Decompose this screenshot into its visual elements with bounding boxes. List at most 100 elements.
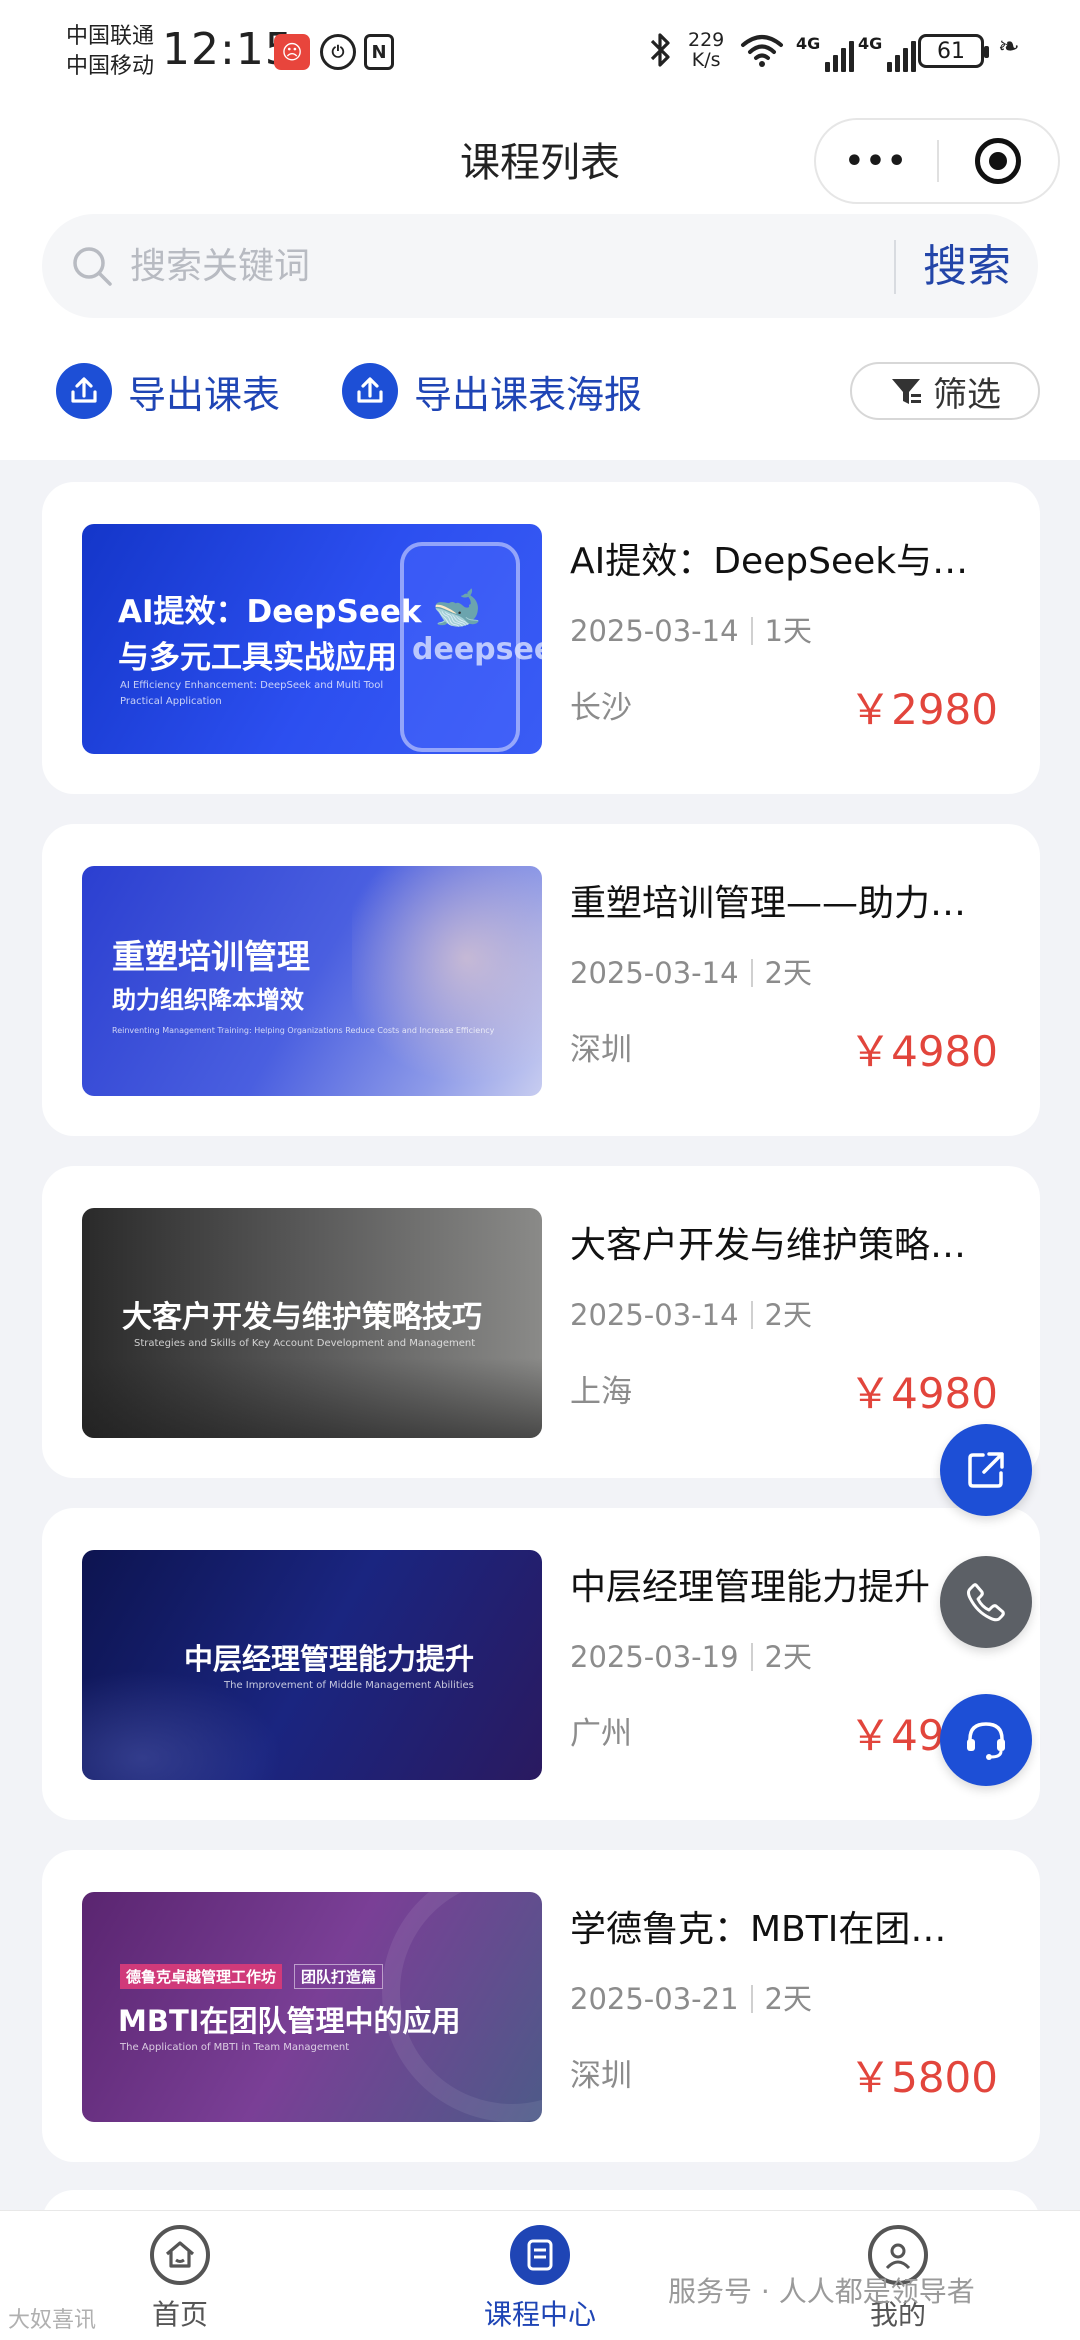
course-city: 长沙 — [570, 690, 632, 726]
course-thumbnail: 🐋 deepseek AI提效：DeepSeek 与多元工具实战应用 AI Ef… — [82, 524, 542, 754]
eco-leaf-icon: ❧ — [998, 32, 1020, 62]
course-card[interactable]: 重塑培训管理 助力组织降本增效 Reinventing Management T… — [42, 824, 1040, 1136]
upload-icon — [342, 363, 398, 419]
course-date: 2025-03-19 — [570, 1640, 739, 1674]
thumb-title-line1: MBTI在团队管理中的应用 — [118, 2004, 461, 2038]
course-card[interactable]: 大客户开发与维护策略技巧 Strategies and Skills of Ke… — [42, 1166, 1040, 1478]
signal-strength-2-icon: 4G — [858, 34, 917, 72]
search-icon — [73, 247, 112, 286]
signal-strength-1-icon: 4G — [796, 34, 855, 72]
upload-icon — [56, 363, 112, 419]
thumb-title-line1: 中层经理管理能力提升 — [184, 1642, 475, 1676]
tab-home[interactable]: 首页 — [80, 2225, 280, 2340]
net-speed-unit: K/s — [691, 49, 721, 71]
course-price: ￥4980 — [849, 1027, 998, 1076]
target-icon — [975, 138, 1022, 184]
tab-course-label: 课程中心 — [483, 2298, 596, 2331]
thumb-tag-1: 德鲁克卓越管理工作坊 — [120, 1964, 283, 1989]
notification-app-icon: ☹ — [274, 34, 310, 70]
share-icon — [968, 1452, 1004, 1488]
nfc-icon: N — [364, 34, 394, 70]
course-card[interactable]: 🐋 deepseek AI提效：DeepSeek 与多元工具实战应用 AI Ef… — [42, 482, 1040, 794]
thumb-title-line1: 重塑培训管理 — [112, 937, 310, 976]
more-options-button[interactable]: ••• — [816, 144, 937, 179]
course-meta: 2025-03-14 1天 — [570, 608, 812, 650]
deepseek-whale-icon: 🐋 — [432, 585, 482, 631]
status-bar: 中国联通 中国移动 12:15 ☹ ⏻ N 229 K/s 4G 4G 61 ❧ — [0, 0, 1080, 100]
course-date: 2025-03-21 — [570, 1982, 739, 2016]
course-meta: 2025-03-19 2天 — [570, 1634, 812, 1676]
thumb-subtitle-line1: The Application of MBTI in Team Manageme… — [120, 2042, 350, 2053]
signal-2-label: 4G — [858, 34, 883, 53]
course-price: ￥4980 — [849, 1369, 998, 1418]
header-area: 中国联通 中国移动 12:15 ☹ ⏻ N 229 K/s 4G 4G 61 ❧… — [0, 0, 1080, 460]
course-thumbnail: 重塑培训管理 助力组织降本增效 Reinventing Management T… — [82, 866, 542, 1096]
course-city: 深圳 — [570, 2058, 632, 2094]
course-title: 学德鲁克：MBTI在团… — [570, 1909, 947, 1950]
course-duration: 1天 — [764, 614, 812, 648]
course-thumbnail: 德鲁克卓越管理工作坊 团队打造篇 MBTI在团队管理中的应用 The Appli… — [82, 1892, 542, 2122]
course-date: 2025-03-14 — [570, 956, 739, 990]
filter-icon — [892, 379, 921, 404]
course-thumbnail: 中层经理管理能力提升 The Improvement of Middle Man… — [82, 1550, 542, 1780]
network-speed: 229 K/s — [688, 30, 724, 70]
wifi-icon — [740, 30, 784, 70]
export-schedule-label: 导出课表 — [128, 372, 281, 417]
search-divider — [894, 240, 896, 294]
thumb-subtitle-line2: Practical Application — [120, 696, 222, 707]
filter-label: 筛选 — [933, 374, 1001, 415]
phone-icon — [967, 1583, 1005, 1622]
export-poster-button[interactable]: 导出课表海报 — [342, 360, 642, 422]
accessibility-icon: ⏻ — [320, 34, 356, 70]
net-speed-value: 229 — [688, 29, 725, 51]
course-date: 2025-03-14 — [570, 614, 739, 648]
carrier-2: 中国移动 — [66, 54, 155, 79]
battery-icon: 61 — [918, 34, 989, 68]
course-duration: 2天 — [764, 956, 812, 990]
customer-service-button[interactable] — [940, 1694, 1032, 1786]
search-bar: 搜索 — [42, 214, 1038, 318]
carrier-info: 中国联通 中国移动 — [66, 22, 154, 82]
search-button[interactable]: 搜索 — [902, 232, 1032, 302]
course-duration: 2天 — [764, 1298, 812, 1332]
thumb-title-line1: AI提效：DeepSeek — [118, 594, 422, 630]
course-duration: 2天 — [764, 1982, 812, 2016]
home-icon — [150, 2225, 210, 2285]
course-price: ￥2980 — [849, 685, 998, 734]
phone-button[interactable] — [940, 1556, 1032, 1648]
signal-1-label: 4G — [796, 34, 821, 53]
course-meta: 2025-03-21 2天 — [570, 1976, 812, 2018]
course-title: AI提效：DeepSeek与… — [570, 541, 969, 582]
share-button[interactable] — [940, 1424, 1032, 1516]
course-city: 深圳 — [570, 1032, 632, 1068]
close-miniapp-button[interactable] — [939, 138, 1058, 184]
thumb-title-line1: 大客户开发与维护策略技巧 — [122, 1300, 482, 1335]
thumb-subtitle-line1: The Improvement of Middle Management Abi… — [224, 1680, 474, 1691]
search-input[interactable] — [130, 236, 870, 296]
filter-button[interactable]: 筛选 — [850, 362, 1040, 420]
course-title: 大客户开发与维护策略… — [570, 1225, 967, 1266]
course-meta: 2025-03-14 2天 — [570, 1292, 812, 1334]
carrier-1: 中国联通 — [66, 24, 155, 49]
course-title: 重塑培训管理——助力… — [570, 883, 967, 924]
course-card[interactable]: 德鲁克卓越管理工作坊 团队打造篇 MBTI在团队管理中的应用 The Appli… — [42, 1850, 1040, 2162]
watermark-right: 服务号 · 人人都是领导者 — [668, 2275, 975, 2308]
course-title: 中层经理管理能力提升 — [570, 1567, 931, 1608]
export-poster-label: 导出课表海报 — [414, 372, 643, 417]
miniapp-capsule: ••• — [814, 118, 1060, 204]
tab-home-label: 首页 — [151, 2298, 208, 2331]
export-schedule-button[interactable]: 导出课表 — [56, 360, 280, 422]
watermark-left: 大奴喜讯 — [8, 2308, 97, 2333]
thumb-subtitle-line1: AI Efficiency Enhancement: DeepSeek and … — [120, 680, 384, 691]
course-price: ￥5800 — [849, 2053, 998, 2102]
thumb-logo-text: deepseek — [412, 632, 542, 667]
course-city: 广州 — [570, 1716, 632, 1752]
course-book-icon — [510, 2225, 570, 2285]
course-city: 上海 — [570, 1374, 632, 1410]
course-card[interactable]: 中层经理管理能力提升 The Improvement of Middle Man… — [42, 1508, 1040, 1820]
course-date: 2025-03-14 — [570, 1298, 739, 1332]
bluetooth-icon — [648, 30, 674, 70]
thumb-title-line2: 助力组织降本增效 — [112, 986, 304, 1014]
tab-course-center[interactable]: 课程中心 — [440, 2225, 640, 2340]
thumb-subtitle-line1: Reinventing Management Training: Helping… — [112, 1026, 495, 1035]
